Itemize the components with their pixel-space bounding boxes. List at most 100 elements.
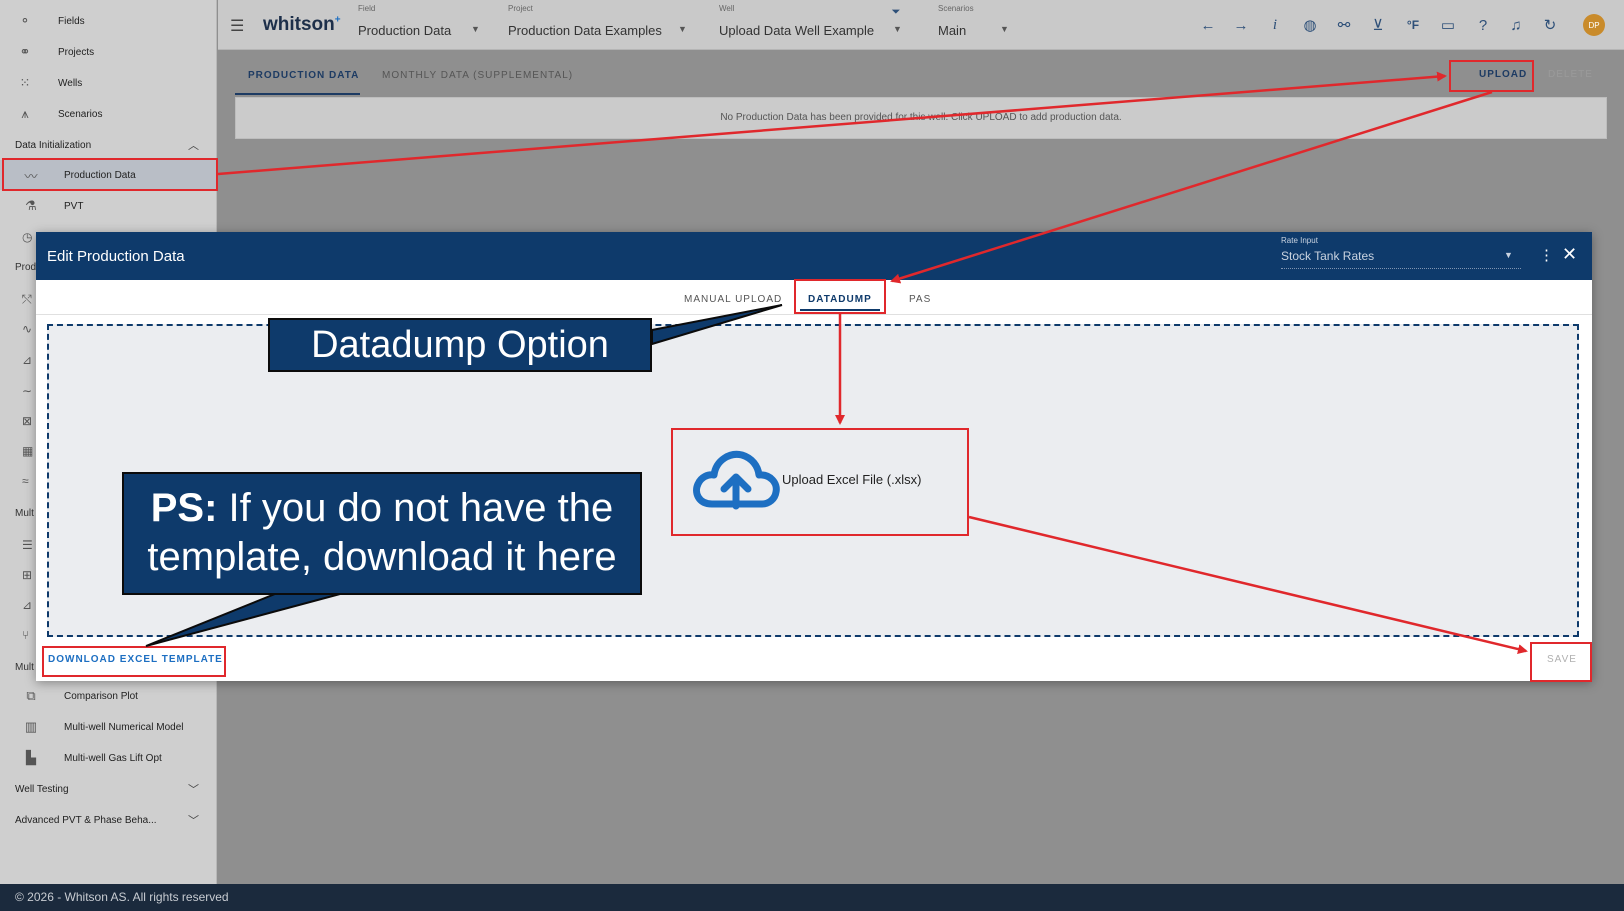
delete-button[interactable]: DELETE: [1548, 69, 1593, 80]
filter-icon[interactable]: ⏷: [886, 2, 906, 22]
sidebar-item-scenarios[interactable]: ⩚ Scenarios: [0, 99, 217, 129]
sidebar-item-label: Scenarios: [58, 108, 103, 120]
top-bar: ☰ whitson+ Field Production Data ▼ Proje…: [218, 0, 1624, 50]
empty-message: No Production Data has been provided for…: [235, 97, 1607, 139]
tab-production-data[interactable]: PRODUCTION DATA: [248, 70, 359, 81]
project-select-value: Production Data Examples: [508, 23, 662, 38]
divider: [36, 314, 1592, 315]
section-label: Advanced PVT & Phase Beha...: [15, 814, 157, 826]
chevron-down-icon: ▼: [1504, 250, 1513, 260]
close-icon[interactable]: ✕: [1562, 244, 1577, 265]
field-select-value: Production Data: [358, 23, 452, 38]
more-vert-icon[interactable]: ⋮: [1539, 246, 1554, 264]
scenarios-icon: ⩚: [21, 106, 29, 121]
chart-icon: ≈: [22, 474, 29, 488]
wells-icon: ⁙: [19, 75, 31, 90]
chart-icon: ⤲: [22, 292, 32, 306]
well-select[interactable]: Well Upload Data Well Example ▼: [719, 4, 904, 44]
table-icon: ▦: [22, 444, 34, 458]
highlight-datadump-tab: [794, 279, 886, 314]
section-label-partial: Prod: [15, 262, 37, 273]
scenarios-select-value: Main: [938, 23, 967, 38]
section-well-testing[interactable]: Well Testing ﹀: [0, 774, 217, 804]
menu-icon[interactable]: ☰: [230, 16, 244, 36]
chart-icon: ∿: [22, 322, 33, 336]
pvt-icon: ⚗: [25, 198, 37, 213]
chevron-down-icon: ﹀: [188, 784, 199, 796]
rate-input-select[interactable]: Stock Tank Rates: [1281, 249, 1521, 269]
temperature-unit-icon[interactable]: °F: [1403, 15, 1423, 35]
tab-underline: [235, 93, 360, 95]
sidebar-item-projects[interactable]: ⚭ Projects: [0, 37, 217, 67]
sidebar-item-label: Projects: [58, 46, 95, 58]
fields-icon: ⚬: [19, 13, 31, 28]
highlight-production-data: [2, 158, 218, 191]
gauge-icon: ◷: [22, 230, 33, 244]
section-label: Well Testing: [15, 783, 69, 795]
sidebar-item-numerical-model[interactable]: ▥ Multi-well Numerical Model: [0, 712, 217, 742]
section-label-partial: Mult: [15, 508, 34, 519]
project-select-label: Project: [508, 4, 533, 13]
section-label: Data Initialization: [15, 139, 92, 151]
footer: © 2026 - Whitson AS. All rights reserved: [0, 884, 1624, 911]
sidebar-item-label: Comparison Plot: [64, 690, 138, 702]
info-icon[interactable]: i: [1265, 15, 1285, 35]
comparison-plot-icon: ⧉: [26, 688, 36, 703]
avatar[interactable]: DP: [1583, 14, 1605, 36]
chevron-down-icon: ▼: [678, 24, 687, 34]
refresh-icon[interactable]: ↻: [1540, 15, 1560, 35]
field-select[interactable]: Field Production Data ▼: [358, 4, 488, 44]
field-select-label: Field: [358, 4, 376, 13]
arrow-right-icon[interactable]: →: [1231, 15, 1251, 35]
sidebar-item-pvt[interactable]: ⚗ PVT: [0, 191, 217, 221]
feedback-icon[interactable]: ▭: [1438, 15, 1458, 35]
sidebar-item-label: Multi-well Numerical Model: [64, 721, 184, 733]
highlight-upload-file: [671, 428, 969, 536]
chevron-down-icon: ▼: [471, 24, 480, 34]
rate-input-label: Rate Input: [1281, 236, 1318, 245]
tab-pas[interactable]: PAS: [909, 294, 931, 305]
globe-icon[interactable]: ◍: [1300, 15, 1320, 35]
chart-icon: ⊿: [22, 598, 33, 612]
dialog-title: Edit Production Data: [47, 248, 185, 265]
sidebar-item-label: PVT: [64, 200, 84, 212]
brand-logo: whitson+: [263, 14, 341, 35]
callout-datadump: Datadump Option: [268, 318, 652, 372]
well-select-label: Well: [719, 4, 735, 13]
sidebar-item-gas-lift[interactable]: ▙ Multi-well Gas Lift Opt: [0, 743, 217, 773]
scenarios-select[interactable]: Scenarios Main ▼: [938, 4, 1018, 44]
well-select-value: Upload Data Well Example: [719, 23, 875, 38]
scenarios-select-label: Scenarios: [938, 4, 974, 13]
gas-lift-icon: ▙: [26, 750, 36, 765]
chart-icon: ∼: [22, 384, 33, 398]
chart-icon: ⊠: [22, 414, 33, 428]
sidebar-item-comparison-plot[interactable]: ⧉ Comparison Plot: [0, 681, 217, 711]
tab-manual-upload[interactable]: MANUAL UPLOAD: [684, 294, 782, 305]
sidebar-item-fields[interactable]: ⚬ Fields: [0, 6, 217, 36]
tab-monthly-data[interactable]: MONTHLY DATA (SUPPLEMENTAL): [382, 70, 573, 81]
bell-icon[interactable]: ♫: [1506, 15, 1526, 35]
sidebar-item-wells[interactable]: ⁙ Wells: [0, 68, 217, 98]
highlight-save: [1530, 642, 1592, 682]
link-icon[interactable]: ⚯: [1334, 15, 1354, 35]
chevron-down-icon: ▼: [1000, 24, 1009, 34]
help-icon[interactable]: ?: [1473, 15, 1493, 35]
arrow-left-icon[interactable]: ←: [1198, 15, 1218, 35]
branch-icon: ⑂: [22, 628, 30, 642]
sidebar-item-label: Fields: [58, 15, 85, 27]
section-advanced-pvt[interactable]: Advanced PVT & Phase Beha... ﹀: [0, 805, 217, 835]
dialog-header: Edit Production Data Rate Input Stock Ta…: [36, 232, 1592, 280]
project-select[interactable]: Project Production Data Examples ▼: [508, 4, 693, 44]
chevron-down-icon: ▼: [893, 24, 902, 34]
download-icon[interactable]: ⊻: [1368, 15, 1388, 35]
callout-download-hint: PS: If you do not have the template, dow…: [122, 472, 642, 595]
highlight-download-template: [42, 646, 226, 677]
chevron-up-icon: ︿: [188, 140, 199, 152]
grid-icon: ⊞: [22, 568, 33, 582]
highlight-upload: [1449, 60, 1534, 92]
chevron-down-icon: ﹀: [188, 815, 199, 827]
section-label-partial: Mult: [15, 662, 34, 673]
section-data-initialization[interactable]: Data Initialization ︿: [0, 130, 217, 160]
sidebar-item-label: Multi-well Gas Lift Opt: [64, 752, 162, 764]
page-tabs: PRODUCTION DATA MONTHLY DATA (SUPPLEMENT…: [218, 50, 1624, 96]
